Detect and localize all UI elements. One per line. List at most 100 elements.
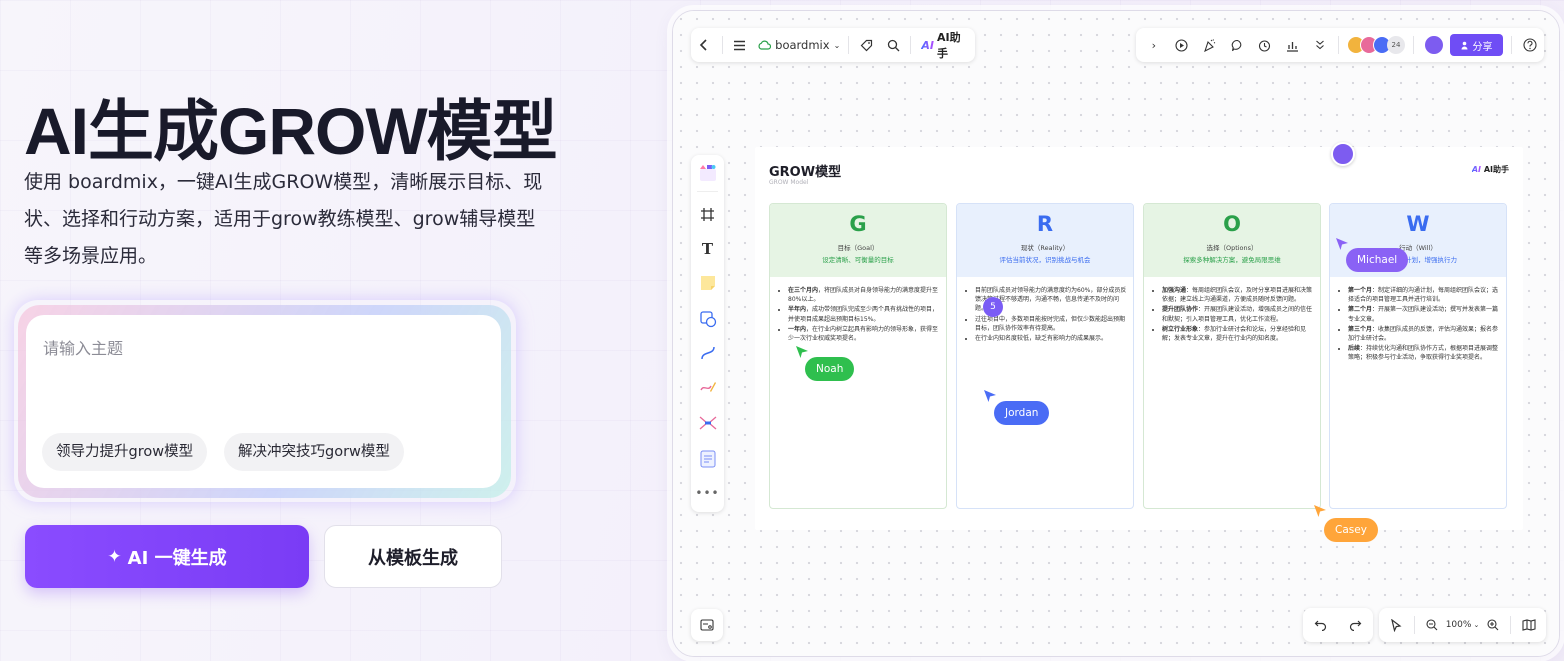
cursor-label-casey: Casey: [1324, 518, 1378, 542]
document-icon[interactable]: [696, 447, 719, 470]
cursor-label-michael: Michael: [1346, 248, 1409, 272]
grow-letter: G: [849, 212, 867, 236]
hero-description: 使用 boardmix，一键AI生成GROW模型，清晰展示目标、现状、选择和行动…: [24, 171, 543, 267]
redo-icon[interactable]: [1342, 611, 1370, 639]
help-icon[interactable]: [1516, 31, 1544, 59]
grow-board[interactable]: GROW模型 GROW Model AI AI助手 G 目标（Goal） 设定清晰、…: [755, 147, 1523, 530]
template-generate-button[interactable]: 从模板生成: [324, 525, 502, 588]
zoom-in-icon[interactable]: [1479, 611, 1506, 639]
book-icon[interactable]: [1515, 611, 1542, 639]
user-avatar[interactable]: [1424, 35, 1444, 55]
sticky-note-icon[interactable]: [696, 271, 719, 294]
frame-icon[interactable]: [696, 203, 719, 226]
grow-column-header: R 现状（Reality） 评估当前状况，识别挑战与机会: [957, 204, 1133, 277]
list-item-heading: 加强沟通: [1162, 287, 1187, 294]
list-item: 后续：持续优化沟通和团队协作方式，根据项目进展调整策略；积极参与行业活动，争取获…: [1348, 344, 1500, 362]
comment-bubble[interactable]: 5: [983, 297, 1003, 317]
mindmap-icon[interactable]: [696, 411, 719, 434]
text-icon[interactable]: T: [696, 237, 719, 260]
list-item: 树立行业形象：参加行业研讨会和论坛，分享经验和见解；发表专业文章，提升在行业内的…: [1162, 325, 1314, 343]
list-item-text: ，在行业内树立起具有影响力的领导形象，获得至少一次行业权威奖项提名。: [788, 325, 939, 343]
grow-column-list: 加强沟通：每周组织团队会议，及时分享项目进展和决策依据；建立线上沟通渠道，方便成…: [1154, 286, 1314, 344]
ai-assistant-button[interactable]: AI AI助手: [915, 29, 975, 61]
menu-icon[interactable]: [727, 31, 754, 59]
ai-logo-icon: AI: [1471, 165, 1482, 174]
topic-input[interactable]: [43, 333, 473, 363]
list-item-heading: 后续: [1348, 345, 1361, 353]
divider: [721, 36, 723, 54]
pen-icon[interactable]: [696, 375, 719, 398]
chevron-right-icon[interactable]: ›: [1140, 31, 1168, 59]
topic-input-card: 领导力提升grow模型 解决冲突技巧gorw模型: [26, 315, 501, 488]
search-icon[interactable]: [880, 31, 907, 59]
cloud-icon: [758, 40, 772, 50]
collaborator-avatars[interactable]: 24: [1347, 36, 1406, 54]
add-user-icon: [1461, 41, 1468, 49]
grow-column-name: 选择（Options）: [1206, 244, 1258, 252]
list-item: 在三个月内，将团队成员对自身领导能力的满意度提升至80%以上。: [788, 286, 940, 304]
play-icon[interactable]: [1168, 31, 1196, 59]
list-item-heading: 在三个月内: [788, 287, 819, 294]
back-icon[interactable]: [691, 31, 718, 59]
undo-icon[interactable]: [1307, 611, 1335, 639]
divider: [1511, 36, 1513, 54]
board-subtitle: GROW Model: [769, 179, 809, 186]
grow-letter: W: [1406, 212, 1430, 236]
list-item: 过往项目中，多数项目能按时完成，但仅少数能超出预期目标，团队协作效率有待提高。: [975, 315, 1127, 333]
zoom-toolbar: 100% ⌄: [1379, 608, 1546, 642]
suggestion-chip-leadership[interactable]: 领导力提升grow模型: [42, 433, 208, 471]
app-window: boardmix ⌄ AI AI助手 › 24 分享 T ••• GROW模型 …: [672, 10, 1560, 657]
board-ai-badge[interactable]: AI AI助手: [1472, 164, 1509, 175]
undo-redo-toolbar: [1303, 608, 1373, 642]
cursor-arrow-icon: [795, 344, 809, 363]
divider: [1413, 616, 1415, 634]
connector-icon[interactable]: [696, 341, 719, 364]
list-item-text: 过往项目中，多数项目能按时完成，但仅少数能超出预期目标，团队协作效率有待提高。: [975, 315, 1126, 332]
shape-icon[interactable]: [696, 307, 719, 330]
grow-column-tagline: 探索多种解决方案，避免局限思维: [1183, 256, 1281, 264]
zoom-level[interactable]: 100% ⌄: [1446, 620, 1480, 630]
comment-icon[interactable]: [1223, 31, 1251, 59]
brand-switcher[interactable]: boardmix ⌄: [753, 38, 844, 52]
zoom-value: 100%: [1445, 620, 1472, 630]
list-item: 第三个月：收集团队成员的反馈，评估沟通效果；报名参加行业研讨会。: [1348, 325, 1500, 343]
list-item-heading: 第三个月: [1348, 325, 1373, 333]
list-item-heading: 树立行业形象: [1162, 325, 1199, 333]
list-item: 提升团队协作：开展团队建设活动，增强成员之间的信任和默契；引入项目管理工具，优化…: [1162, 305, 1314, 323]
collaborator-count: 24: [1387, 36, 1406, 54]
more-icon[interactable]: •••: [695, 481, 719, 504]
ai-assistant-label: AI助手: [936, 31, 961, 60]
minimap-toggle[interactable]: [691, 609, 723, 641]
top-left-toolbar: boardmix ⌄ AI AI助手: [691, 28, 975, 62]
zoom-out-icon[interactable]: [1419, 611, 1446, 639]
grow-column[interactable]: R现状（Reality）评估当前状况，识别挑战与机会目前团队成员对领导能力的满意…: [956, 203, 1134, 509]
hero-title: AI生成GROW模型: [24, 94, 558, 168]
templates-icon[interactable]: [696, 161, 719, 184]
cursor-label-jordan: Jordan: [994, 401, 1050, 425]
ai-logo-icon: AI: [921, 38, 934, 52]
left-toolbar: T •••: [691, 155, 724, 512]
divider: [910, 36, 912, 54]
suggestion-chip-conflict[interactable]: 解决冲突技巧gorw模型: [224, 433, 404, 471]
grow-column-tagline: 评估当前状况，识别挑战与机会: [999, 256, 1091, 264]
divider: [1413, 36, 1414, 54]
grow-column[interactable]: O 选择（Options） 探索多种解决方案，避免局限思维加强沟通：每周组织团队会议…: [1143, 203, 1321, 509]
cursor-arrow-icon: [983, 388, 997, 407]
list-item-heading: 提升团队协作: [1162, 306, 1199, 314]
pointer-icon[interactable]: [1383, 611, 1410, 639]
share-button[interactable]: 分享: [1449, 34, 1504, 56]
brand-name: boardmix: [775, 38, 830, 52]
divider: [848, 36, 850, 54]
cursor-arrow-icon: [1335, 236, 1349, 255]
expand-more-icon[interactable]: [1306, 31, 1334, 59]
chart-icon[interactable]: [1279, 31, 1307, 59]
board-ai-label: AI助手: [1483, 165, 1509, 174]
celebrate-icon[interactable]: [1195, 31, 1223, 59]
timer-icon[interactable]: [1251, 31, 1279, 59]
list-item: 第二个月：开展第一次团队建设活动；撰写并发表第一篇专业文章。: [1348, 305, 1500, 323]
list-item: 加强沟通：每周组织团队会议，及时分享项目进展和决策依据；建立线上沟通渠道，方便成…: [1162, 286, 1314, 304]
board-title: GROW模型: [769, 165, 842, 180]
ai-generate-button[interactable]: ✦ AI 一键生成: [25, 525, 309, 588]
list-item-text: ，成功带领团队完成至少两个具有挑战性的项目，并使项目成果超出预期目标15%。: [788, 306, 939, 323]
tag-icon[interactable]: [853, 31, 880, 59]
